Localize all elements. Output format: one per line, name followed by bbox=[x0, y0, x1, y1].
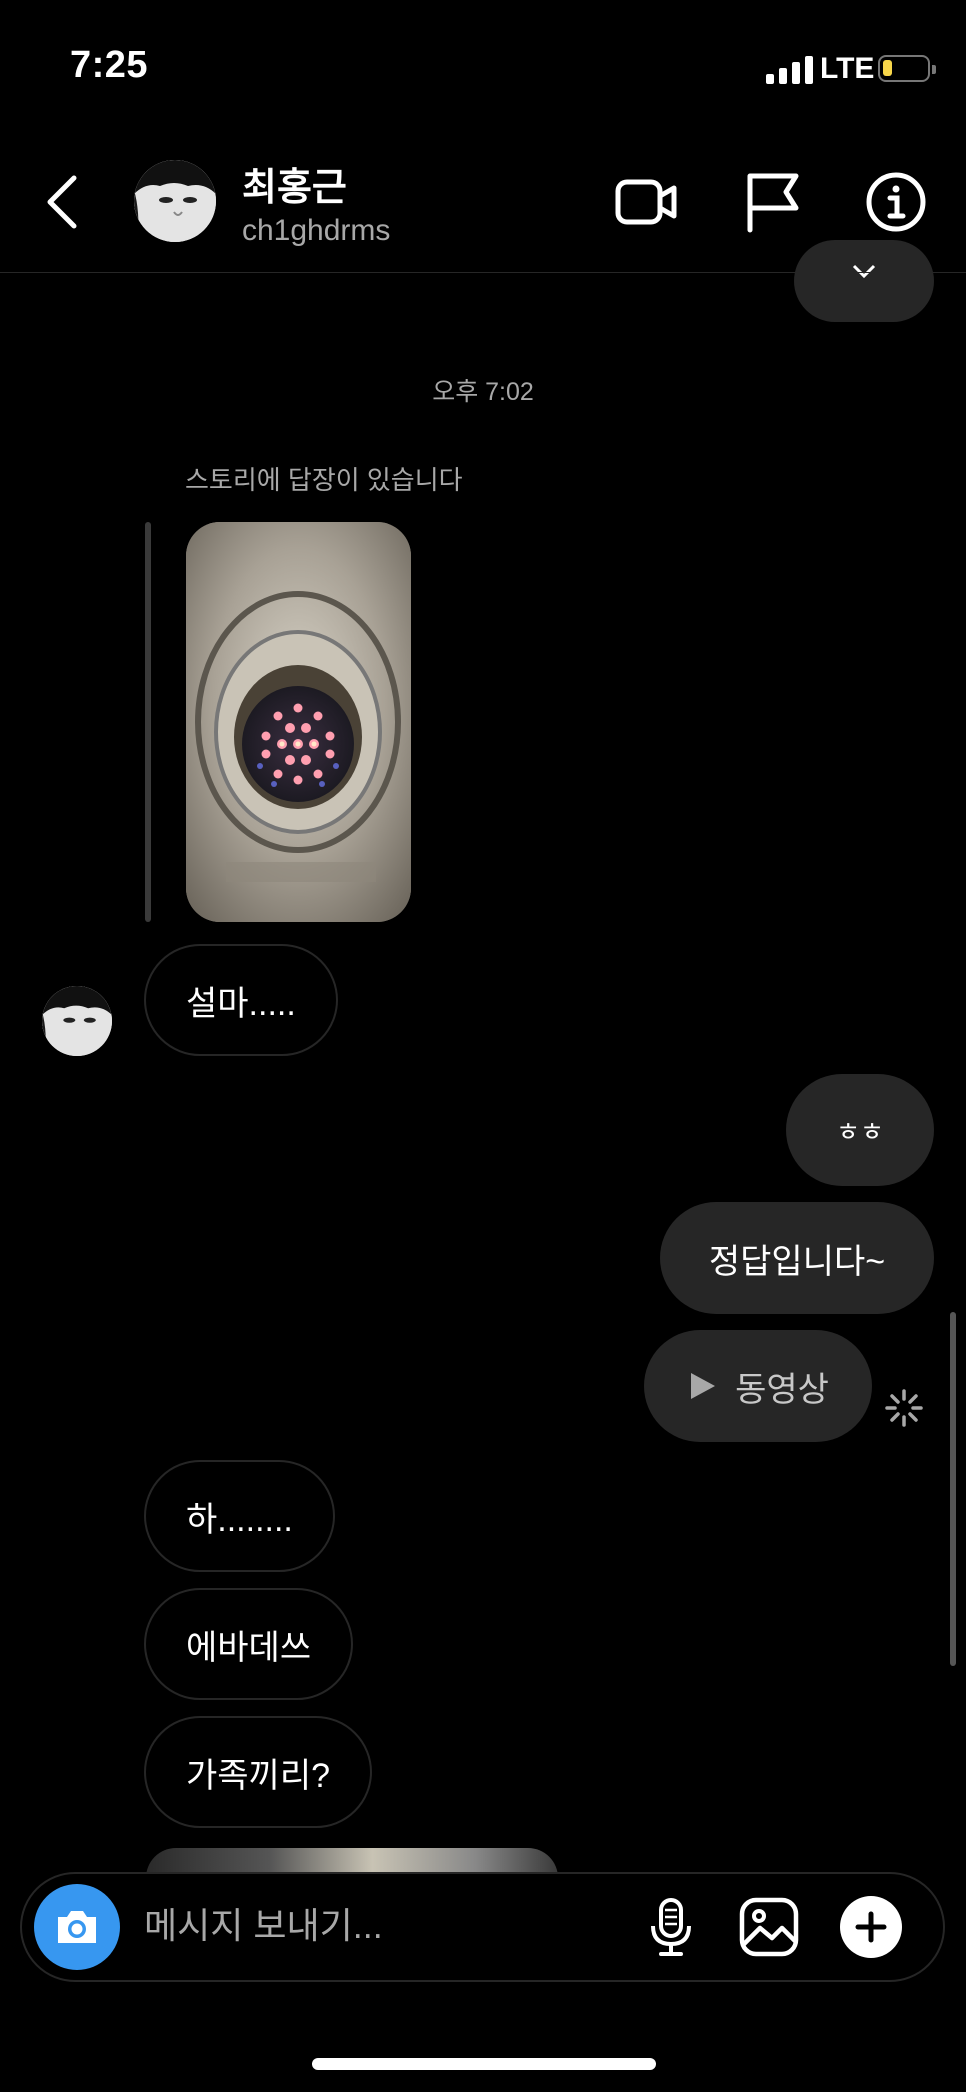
gallery-button[interactable] bbox=[736, 1894, 802, 1960]
flag-icon bbox=[747, 173, 799, 233]
header-divider-overlay bbox=[0, 272, 966, 273]
message-received[interactable]: 가족끼리? bbox=[144, 1716, 373, 1828]
camera-button[interactable] bbox=[34, 1884, 120, 1970]
sending-spinner-icon bbox=[884, 1388, 924, 1428]
plus-icon bbox=[855, 1911, 887, 1943]
message-received[interactable]: 하........ bbox=[144, 1460, 335, 1572]
chat-contact-username[interactable]: ch1ghdrms bbox=[242, 214, 390, 248]
microphone-icon bbox=[651, 1898, 691, 1956]
home-indicator[interactable] bbox=[312, 2058, 656, 2070]
status-time: 7:25 bbox=[70, 44, 149, 86]
video-message[interactable]: 동영상 bbox=[644, 1330, 872, 1442]
chat-contact-name[interactable]: 최홍근 bbox=[242, 156, 347, 211]
message-received[interactable]: 에바데쓰 bbox=[144, 1588, 354, 1700]
message-sent[interactable]: ㅎㅎ bbox=[786, 1074, 934, 1186]
message-timestamp: 오후 7:02 bbox=[432, 378, 534, 406]
signal-icon bbox=[766, 54, 813, 84]
battery-icon bbox=[878, 55, 936, 82]
play-icon bbox=[691, 1373, 716, 1399]
info-button[interactable] bbox=[864, 170, 928, 234]
video-call-icon bbox=[615, 179, 677, 225]
story-reply-bar bbox=[145, 522, 151, 922]
message-received[interactable]: 설마..... bbox=[144, 944, 338, 1056]
story-reply-label: 스토리에 답장이 있습니다 bbox=[185, 465, 463, 495]
video-label: 동영상 bbox=[735, 1370, 829, 1409]
message-input[interactable] bbox=[144, 1900, 604, 1952]
video-call-button[interactable] bbox=[614, 170, 678, 234]
camera-icon bbox=[58, 1911, 96, 1943]
gallery-icon bbox=[739, 1897, 799, 1957]
more-options-button[interactable] bbox=[840, 1896, 902, 1958]
network-label: LTE bbox=[820, 52, 875, 85]
info-icon bbox=[866, 172, 926, 232]
back-button[interactable] bbox=[40, 172, 88, 232]
story-image[interactable] bbox=[186, 522, 411, 922]
contact-avatar-small[interactable] bbox=[42, 986, 112, 1056]
profile-avatar[interactable] bbox=[134, 160, 216, 242]
message-bubble-partial[interactable] bbox=[794, 240, 934, 322]
back-icon bbox=[47, 175, 77, 229]
scrollbar[interactable] bbox=[950, 1312, 956, 1666]
message-sent[interactable]: 정답입니다~ bbox=[660, 1202, 934, 1314]
voice-message-button[interactable] bbox=[638, 1894, 704, 1960]
report-button[interactable] bbox=[742, 170, 806, 234]
